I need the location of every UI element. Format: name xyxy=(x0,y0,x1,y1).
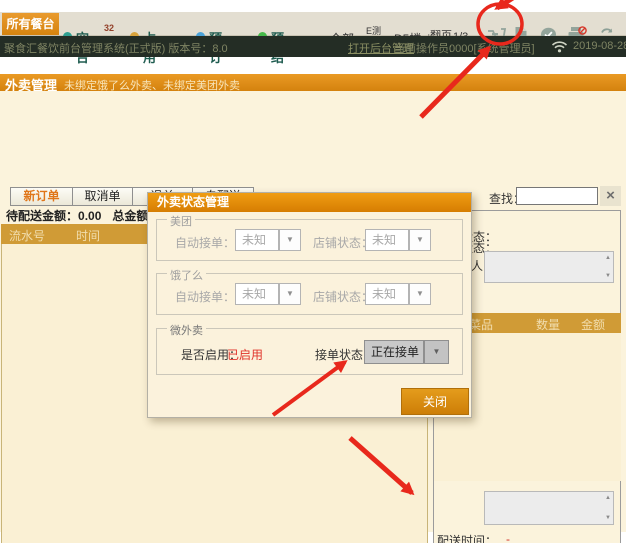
pos-screen: 所有餐台 空台 32 占用 预订 预结 全部 E测 试区域 D5楼vip 翻页 … xyxy=(0,0,626,543)
annotation-arrow-top xyxy=(497,0,519,8)
col-serial: 流水号 xyxy=(9,227,45,244)
scroll-down-icon[interactable]: ▼ xyxy=(605,273,611,279)
meituan-section: 美团 自动接单： 未知 ▼ 店铺状态： 未知 ▼ xyxy=(156,219,463,261)
eleme-auto-dropdown-icon[interactable]: ▼ xyxy=(279,283,301,305)
tab-cancel-order[interactable]: 取消单 xyxy=(72,187,133,206)
top-bar: 所有餐台 空台 32 占用 预订 预结 全部 E测 试区域 D5楼vip 翻页 … xyxy=(0,12,626,36)
meituan-auto-accept-select[interactable]: 未知 xyxy=(235,229,279,251)
status-bar: 聚食汇餐饮前台管理系统(正式版) 版本号：8.0 打开后台管理 当前操作员: 0… xyxy=(0,36,626,57)
accept-status-select[interactable]: 正在接单 xyxy=(364,340,424,364)
eleme-shop-status-select[interactable]: 未知 xyxy=(365,283,409,305)
close-search-icon[interactable]: × xyxy=(600,186,621,206)
col-amount: 金额 xyxy=(581,316,605,333)
pending-amount: 待配送金额：0.00 xyxy=(6,207,101,224)
receiver-textarea[interactable]: ▲ ▼ xyxy=(484,251,614,283)
takeout-status-modal: 外卖状态管理 美团 自动接单： 未知 ▼ 店铺状态： 未知 ▼ 饿了么 自动接单… xyxy=(147,192,472,418)
meituan-shop-status-label: 店铺状态： xyxy=(313,234,373,251)
col-quantity: 数量 xyxy=(536,316,560,333)
meituan-legend: 美团 xyxy=(167,213,195,229)
accept-status-dropdown-icon[interactable]: ▼ xyxy=(424,340,449,364)
weiwaimai-legend: 微外卖 xyxy=(167,322,206,338)
meituan-shop-dropdown-icon[interactable]: ▼ xyxy=(409,229,431,251)
tab-new-order[interactable]: 新订单 xyxy=(10,187,73,206)
enabled-value: 已启用 xyxy=(227,346,263,363)
remark-textarea[interactable]: ▲ ▼ xyxy=(484,491,614,525)
region-line1: E测 xyxy=(360,26,387,36)
delivery-time-label: 配送时间： xyxy=(437,532,497,543)
eleme-auto-accept-select[interactable]: 未知 xyxy=(235,283,279,305)
datetime: 2019-08-28 09:47:46 xyxy=(573,40,626,52)
meituan-shop-status-select[interactable]: 未知 xyxy=(365,229,409,251)
meituan-auto-dropdown-icon[interactable]: ▼ xyxy=(279,229,301,251)
delivery-time-value: - xyxy=(506,532,510,543)
operator-value: 0000[系统管理员] xyxy=(449,40,535,56)
eleme-legend: 饿了么 xyxy=(167,267,206,283)
eleme-shop-dropdown-icon[interactable]: ▼ xyxy=(409,283,431,305)
eleme-section: 饿了么 自动接单： 未知 ▼ 店铺状态： 未知 ▼ xyxy=(156,273,463,315)
search-input[interactable] xyxy=(516,187,598,205)
app-title: 聚食汇餐饮前台管理系统(正式版) 版本号：8.0 xyxy=(4,40,228,56)
scroll-up-icon[interactable]: ▲ xyxy=(605,255,611,261)
operator-label: 当前操作员: xyxy=(394,40,452,56)
scroll-down-icon[interactable]: ▼ xyxy=(605,515,611,521)
scroll-up-icon[interactable]: ▲ xyxy=(605,495,611,501)
wifi-icon xyxy=(551,40,568,58)
all-tables-button[interactable]: 所有餐台 xyxy=(2,13,59,35)
weiwaimai-section: 微外卖 是否启用： 已启用 接单状态： 正在接单 ▼ xyxy=(156,328,463,375)
pending-amount-value: 0.00 xyxy=(78,209,101,223)
col-time: 时间 xyxy=(76,227,100,244)
takeout-window-titlebar: 外卖管理 未绑定饿了么外卖、未绑定美团外卖 xyxy=(0,74,626,91)
modal-title: 外卖状态管理 xyxy=(148,193,471,212)
eleme-shop-status-label: 店铺状态： xyxy=(313,288,373,305)
pending-amount-label: 待配送金额： xyxy=(6,209,78,223)
modal-close-button[interactable]: 关闭 xyxy=(401,388,469,415)
legend-free-count: 32 xyxy=(104,23,114,33)
eleme-auto-accept-label: 自动接单： xyxy=(175,288,235,305)
col-dish: 菜品 xyxy=(469,316,493,333)
meituan-auto-accept-label: 自动接单： xyxy=(175,234,235,251)
